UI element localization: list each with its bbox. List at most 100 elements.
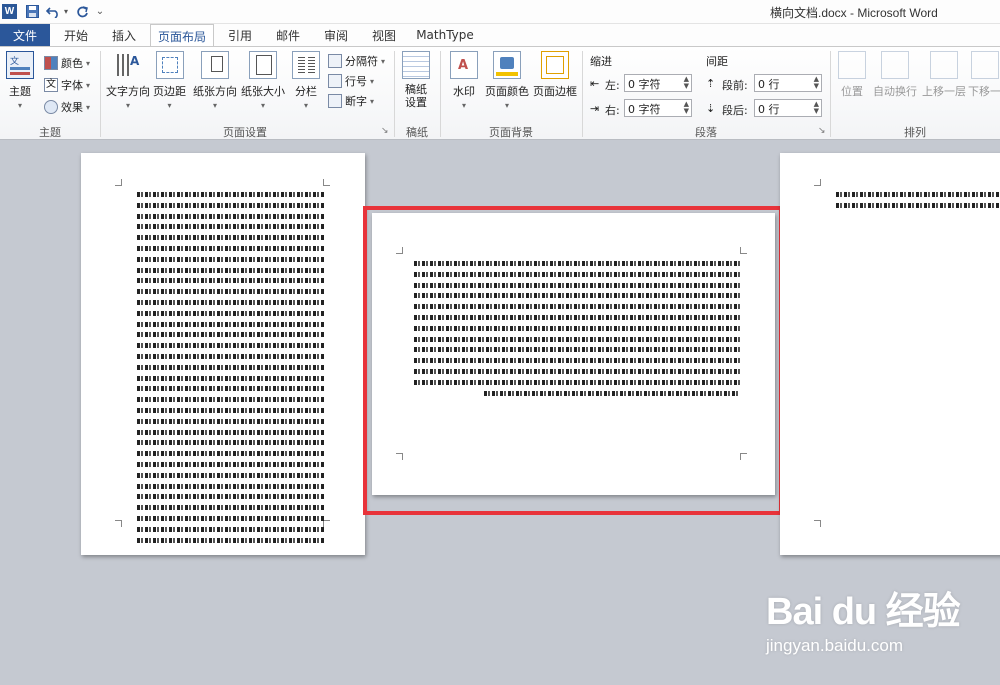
spacing-before-value: 0 行	[758, 78, 780, 91]
spacing-after-icon: ⇣	[706, 102, 716, 115]
watermark-label: 水印	[453, 85, 475, 98]
margin-corner-mark	[115, 520, 122, 527]
send-backward-button[interactable]: 下移一	[968, 51, 1000, 99]
ribbon-tabs: 文件 开始 插入 页面布局 引用 邮件 审阅 视图 MathType	[0, 24, 1000, 47]
page-color-button[interactable]: 页面颜色 ▾	[485, 51, 529, 110]
wrap-text-label: 自动换行	[873, 85, 917, 98]
spacing-before-input[interactable]: 0 行 ▲ ▼	[754, 74, 822, 92]
tab-file[interactable]: 文件	[0, 24, 50, 46]
tab-insert[interactable]: 插入	[102, 24, 146, 46]
svg-text:A: A	[130, 54, 140, 68]
group-label-paragraph: 段落	[695, 126, 717, 139]
line-numbers-button[interactable]: 行号 ▾	[328, 71, 374, 91]
chevron-down-icon: ▾	[86, 58, 91, 68]
themes-icon: 文	[6, 51, 34, 79]
bring-forward-button[interactable]: 上移一层	[922, 51, 966, 99]
spacing-after-input[interactable]: 0 行 ▲ ▼	[754, 99, 822, 117]
chevron-down-icon: ▾	[381, 56, 386, 66]
watermark-button[interactable]: A 水印 ▾	[450, 51, 478, 110]
theme-effects-button[interactable]: 效果 ▾	[44, 97, 90, 117]
indent-left-input[interactable]: 0 字符 ▲ ▼	[624, 74, 692, 92]
spacing-after-label: 段后:	[722, 104, 748, 117]
text-direction-button[interactable]: A 文字方向 ▾	[106, 51, 150, 110]
group-label-page-setup: 页面设置	[223, 126, 267, 139]
hyphenation-button[interactable]: 断字 ▾	[328, 91, 374, 111]
tab-mathtype[interactable]: MathType	[410, 24, 480, 46]
themes-button[interactable]: 文 主题 ▾	[6, 51, 34, 110]
text-line	[137, 375, 325, 381]
indent-right-input[interactable]: 0 字符 ▲ ▼	[624, 99, 692, 117]
chevron-down-icon: ▾	[260, 101, 265, 110]
wrap-text-button[interactable]: 自动换行	[873, 51, 917, 99]
text-line	[137, 224, 325, 230]
tab-page-layout[interactable]: 页面布局	[150, 24, 214, 47]
margins-label: 页边距	[153, 85, 186, 98]
send-backward-label: 下移一	[968, 85, 1000, 98]
orientation-button[interactable]: 纸张方向 ▾	[193, 51, 237, 110]
text-line	[137, 451, 325, 457]
breaks-button[interactable]: 分隔符 ▾	[328, 51, 385, 71]
breaks-label: 分隔符	[345, 55, 378, 68]
text-line	[137, 310, 325, 316]
chevron-down-icon: ▾	[86, 80, 91, 90]
save-icon[interactable]	[24, 3, 40, 20]
line-numbers-label: 行号	[345, 75, 367, 88]
text-line	[137, 440, 325, 446]
group-label-page-background: 页面背景	[489, 126, 533, 139]
theme-colors-button[interactable]: 颜色 ▾	[44, 53, 90, 73]
spacing-before-label: 段前:	[722, 79, 748, 92]
text-direction-icon: A	[114, 51, 142, 79]
customize-quick-access-icon[interactable]: ⌄	[94, 3, 106, 20]
dialog-launcher-icon[interactable]: ↘	[381, 126, 389, 136]
tab-home[interactable]: 开始	[54, 24, 98, 46]
page-portrait-left[interactable]	[81, 153, 365, 555]
margins-button[interactable]: 页边距 ▾	[153, 51, 186, 110]
group-label-themes: 主题	[39, 126, 61, 139]
themes-label: 主题	[9, 85, 31, 98]
theme-effects-icon	[44, 100, 58, 114]
text-line	[137, 246, 325, 251]
svg-text:文: 文	[10, 55, 19, 67]
text-line	[137, 202, 325, 208]
tab-review[interactable]: 审阅	[314, 24, 358, 46]
position-label: 位置	[841, 85, 863, 98]
spinner-arrows-icon[interactable]: ▲ ▼	[684, 76, 689, 90]
columns-label: 分栏	[295, 85, 317, 98]
paper-size-label: 纸张大小	[241, 85, 285, 98]
spacing-after-value: 0 行	[758, 103, 780, 116]
spacing-heading: 间距	[706, 55, 728, 68]
spinner-arrows-icon[interactable]: ▲ ▼	[684, 101, 689, 115]
dialog-launcher-icon[interactable]: ↘	[818, 126, 826, 136]
indent-right-value: 0 字符	[628, 103, 661, 116]
text-line	[137, 494, 325, 500]
chevron-down-icon: ▾	[370, 96, 375, 106]
theme-fonts-button[interactable]: 文 字体 ▾	[44, 75, 90, 95]
text-line	[137, 354, 325, 359]
tab-view[interactable]: 视图	[362, 24, 406, 46]
undo-dropdown-icon[interactable]: ▾	[62, 3, 70, 20]
window-title: 横向文档.docx - Microsoft Word	[770, 6, 938, 20]
manuscript-setup-button[interactable]: 稿纸 设置	[402, 51, 430, 109]
page-color-icon	[493, 51, 521, 79]
margin-corner-mark	[323, 179, 330, 186]
indent-right-label: 右:	[605, 104, 620, 117]
paper-size-button[interactable]: 纸张大小 ▾	[241, 51, 285, 110]
page-portrait-right[interactable]	[780, 153, 1000, 555]
tab-mailings[interactable]: 邮件	[266, 24, 310, 46]
spinner-arrows-icon[interactable]: ▲ ▼	[814, 76, 819, 90]
hyphenation-icon	[328, 94, 342, 108]
text-line	[836, 202, 1000, 208]
page-borders-button[interactable]: 页面边框	[533, 51, 577, 99]
spinner-arrows-icon[interactable]: ▲ ▼	[814, 101, 819, 115]
text-line	[137, 397, 325, 403]
tab-references[interactable]: 引用	[218, 24, 262, 46]
word-logo-icon: W	[2, 4, 17, 19]
position-icon	[838, 51, 866, 79]
undo-icon[interactable]	[44, 3, 62, 20]
text-line	[137, 386, 325, 392]
columns-button[interactable]: 分栏 ▾	[292, 51, 320, 110]
position-button[interactable]: 位置	[838, 51, 866, 99]
manuscript-setup-label: 稿纸 设置	[405, 83, 427, 109]
redo-icon[interactable]	[74, 3, 90, 20]
theme-colors-label: 颜色	[61, 57, 83, 70]
